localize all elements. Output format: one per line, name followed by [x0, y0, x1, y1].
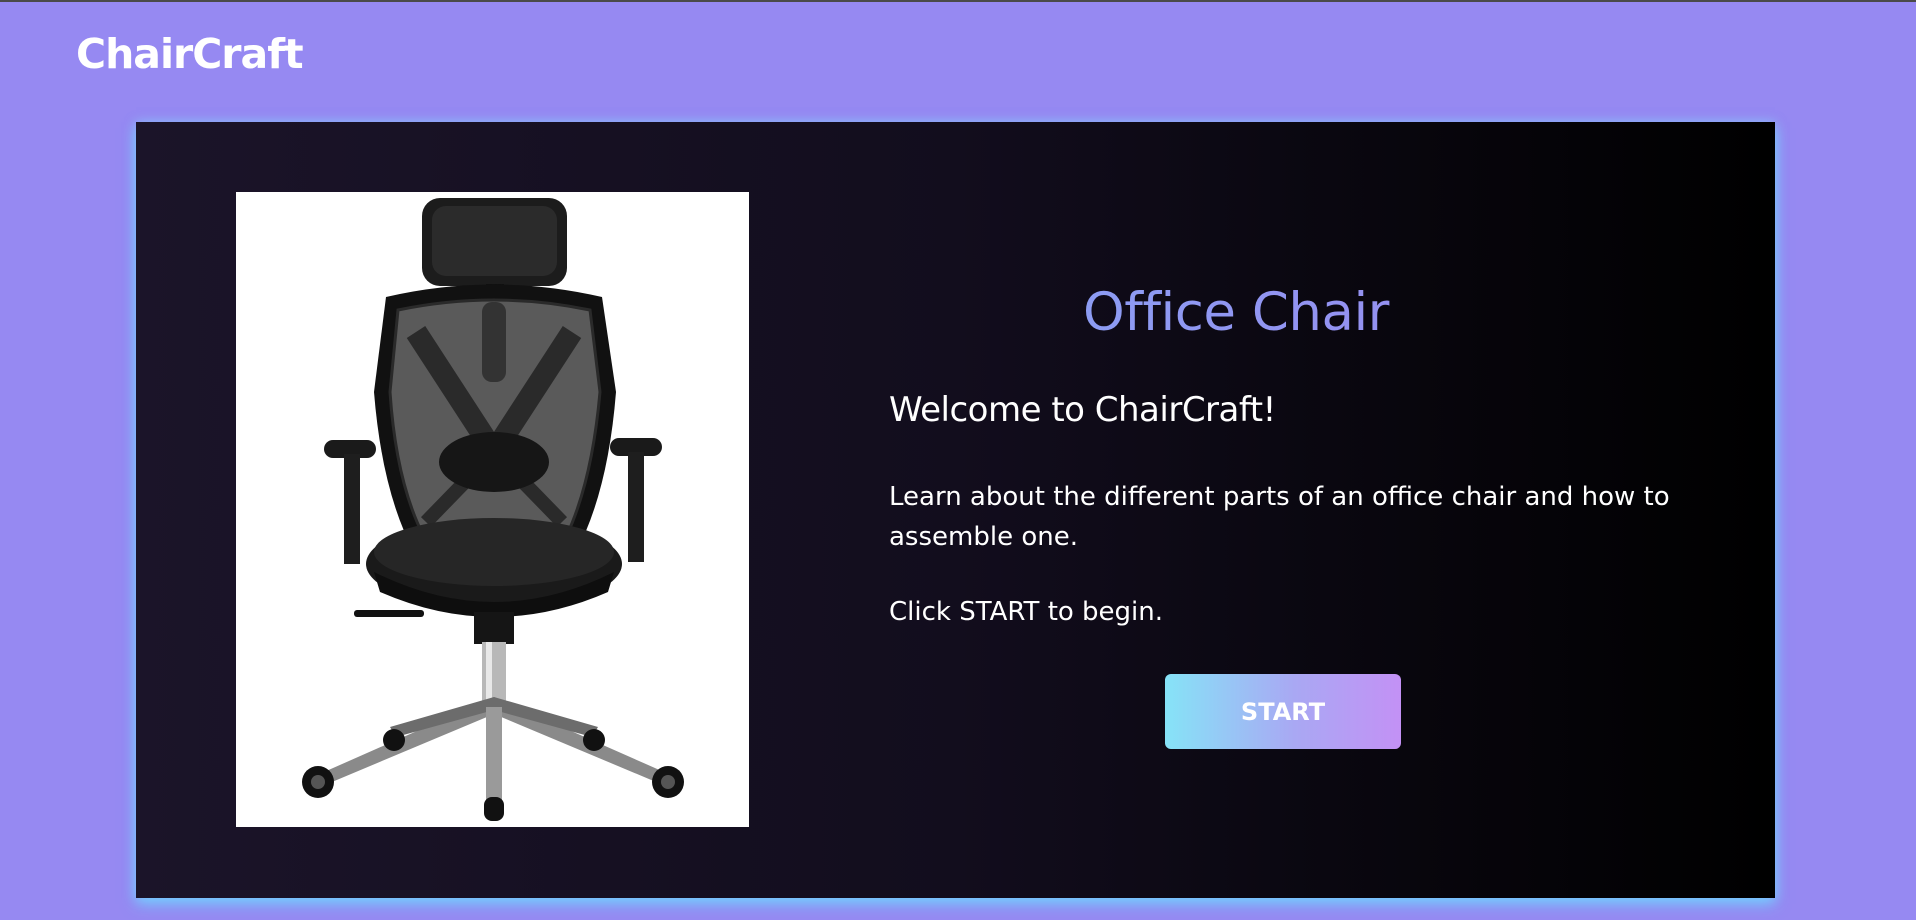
- office-chair-image: [236, 192, 749, 827]
- welcome-heading: Welcome to ChairCraft!: [889, 390, 1276, 430]
- top-border: [0, 0, 1916, 2]
- brand-logo[interactable]: ChairCraft: [76, 30, 304, 78]
- page-title: Office Chair: [836, 282, 1636, 343]
- start-button[interactable]: START: [1165, 674, 1401, 749]
- description-text: Learn about the different parts of an of…: [889, 482, 1670, 552]
- instruction-text: Click START to begin.: [889, 597, 1164, 627]
- intro-card: Office Chair Welcome to ChairCraft! Lear…: [136, 122, 1775, 898]
